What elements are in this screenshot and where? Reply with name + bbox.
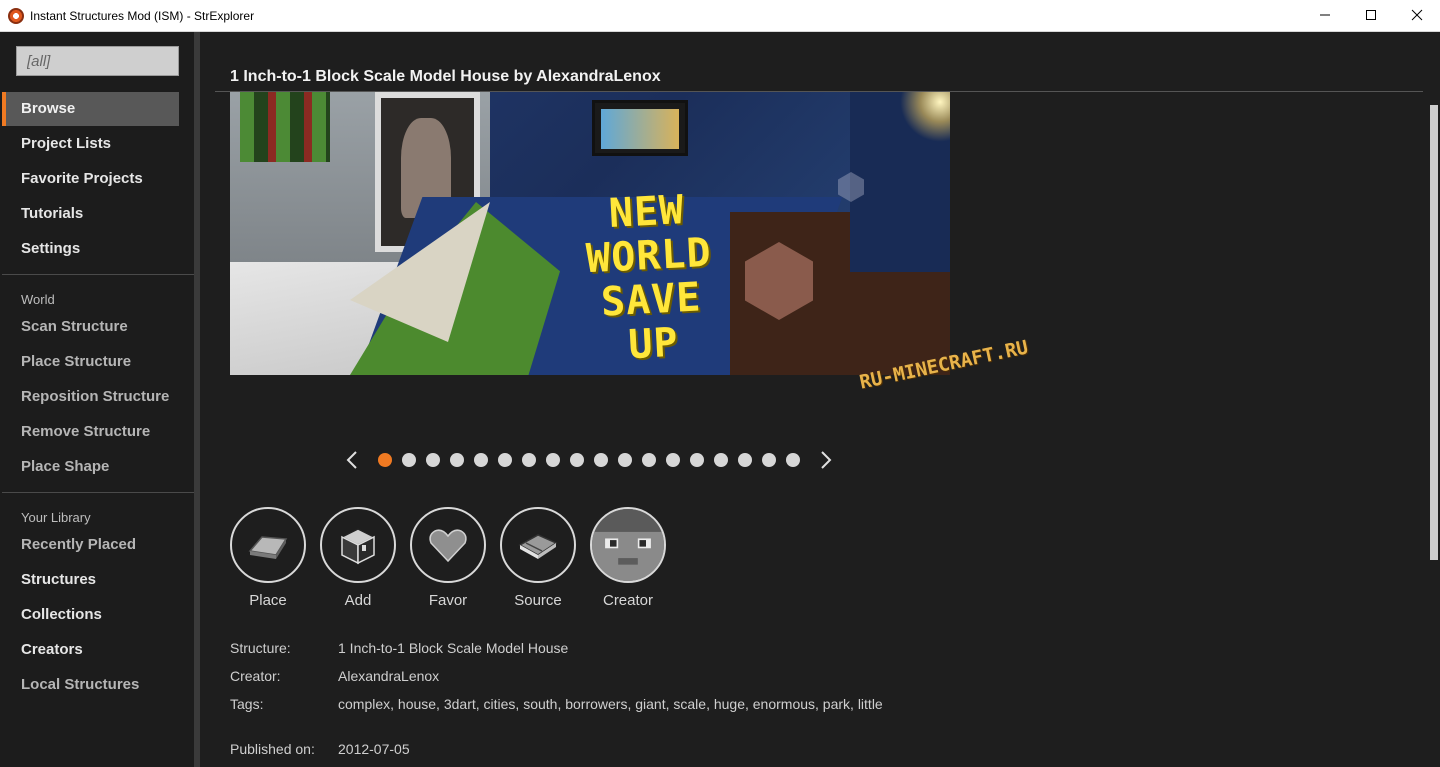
book-icon [518, 534, 558, 559]
carousel-dot[interactable] [762, 453, 776, 467]
nav-favorite-projects[interactable]: Favorite Projects [2, 162, 179, 196]
carousel-dot[interactable] [738, 453, 752, 467]
search-input[interactable] [16, 46, 179, 76]
creator-button[interactable]: Creator [590, 507, 680, 609]
detail-key: Published on: [230, 741, 315, 757]
image-carousel [340, 445, 838, 475]
nav-creators[interactable]: Creators [2, 633, 179, 667]
heart-icon [429, 529, 467, 563]
hero-image[interactable]: NEW WORLD SAVE UP [230, 92, 950, 375]
carousel-dot[interactable] [594, 453, 608, 467]
carousel-dot[interactable] [666, 453, 680, 467]
carousel-dot[interactable] [714, 453, 728, 467]
creator-avatar-icon [592, 509, 664, 581]
action-buttons: Place Add Favor Source Creator [230, 507, 680, 609]
source-label: Source [514, 592, 562, 609]
close-icon [1411, 9, 1423, 21]
nav-recently-placed[interactable]: Recently Placed [2, 528, 179, 562]
hero-tv [592, 100, 688, 156]
minimize-button[interactable] [1302, 0, 1348, 30]
nav-place-shape[interactable]: Place Shape [2, 450, 179, 484]
nav-reposition-structure[interactable]: Reposition Structure [2, 380, 179, 414]
carousel-dot[interactable] [546, 453, 560, 467]
source-button-circle[interactable] [500, 507, 576, 583]
maximize-button[interactable] [1348, 0, 1394, 30]
chevron-right-icon [821, 451, 832, 469]
carousel-dot[interactable] [378, 453, 392, 467]
ism-logo-icon [8, 7, 24, 24]
nav-collections[interactable]: Collections [2, 598, 179, 632]
carousel-dot[interactable] [642, 453, 656, 467]
add-label: Add [344, 592, 372, 609]
hero-light-glow [900, 92, 950, 142]
window-controls [1302, 0, 1440, 32]
place-label: Place [249, 592, 287, 609]
carousel-dot[interactable] [522, 453, 536, 467]
nav-local-structures[interactable]: Local Structures [2, 668, 179, 702]
sidebar-divider [2, 492, 194, 493]
favor-button[interactable]: Favor [410, 507, 500, 609]
hero-banner [240, 92, 330, 162]
iron-ingot-icon [248, 536, 288, 559]
place-button-circle[interactable] [230, 507, 306, 583]
close-button[interactable] [1394, 0, 1440, 30]
carousel-prev-button[interactable] [340, 445, 364, 475]
section-label-your-library: Your Library [21, 510, 91, 525]
window-title: Instant Structures Mod (ISM) - StrExplor… [30, 8, 255, 23]
creator-link[interactable]: AlexandraLenox [338, 668, 439, 684]
tags-list[interactable]: complex, house, 3dart, cities, south, bo… [338, 696, 883, 712]
creator-label: Creator [602, 592, 654, 609]
carousel-dot[interactable] [618, 453, 632, 467]
window-titlebar: Instant Structures Mod (ISM) - StrExplor… [0, 0, 1440, 32]
add-button-circle[interactable] [320, 507, 396, 583]
creator-button-circle[interactable] [590, 507, 666, 583]
detail-value: 1 Inch-to-1 Block Scale Model House [338, 640, 569, 656]
add-button[interactable]: Add [320, 507, 410, 609]
nav-tutorials[interactable]: Tutorials [2, 197, 179, 231]
carousel-dot[interactable] [498, 453, 512, 467]
detail-value: 2012-07-05 [338, 741, 410, 757]
hero-overlay-text: NEW WORLD SAVE UP [585, 187, 713, 369]
carousel-dot[interactable] [786, 453, 800, 467]
chevron-left-icon [346, 451, 357, 469]
carousel-dot[interactable] [474, 453, 488, 467]
sidebar: Browse Project Lists Favorite Projects T… [0, 32, 196, 767]
favor-button-circle[interactable] [410, 507, 486, 583]
hero-tv-screen [601, 109, 679, 149]
section-label-world: World [21, 292, 55, 307]
minimize-icon [1320, 14, 1330, 16]
maximize-icon [1366, 10, 1376, 20]
carousel-dot[interactable] [570, 453, 584, 467]
nav-project-lists[interactable]: Project Lists [2, 127, 179, 161]
carousel-next-button[interactable] [814, 445, 838, 475]
chest-icon [340, 528, 376, 565]
detail-key: Structure: [230, 640, 291, 656]
carousel-dot[interactable] [402, 453, 416, 467]
detail-key: Tags: [230, 696, 264, 712]
carousel-dot[interactable] [450, 453, 464, 467]
place-button[interactable]: Place [230, 507, 320, 609]
nav-structures[interactable]: Structures [2, 563, 179, 597]
nav-remove-structure[interactable]: Remove Structure [2, 415, 179, 449]
nav-place-structure[interactable]: Place Structure [2, 345, 179, 379]
detail-key: Creator: [230, 668, 281, 684]
scrollbar-thumb[interactable] [1430, 105, 1438, 560]
sidebar-divider [2, 274, 194, 275]
nav-settings[interactable]: Settings [2, 232, 179, 266]
source-button[interactable]: Source [500, 507, 590, 609]
page-title: 1 Inch-to-1 Block Scale Model House by A… [230, 68, 661, 85]
main-panel: 1 Inch-to-1 Block Scale Model House by A… [200, 32, 1440, 767]
nav-scan-structure[interactable]: Scan Structure [2, 310, 179, 344]
carousel-dots [378, 453, 800, 467]
carousel-dot[interactable] [690, 453, 704, 467]
favor-label: Favor [428, 592, 468, 609]
nav-browse[interactable]: Browse [2, 92, 179, 126]
carousel-dot[interactable] [426, 453, 440, 467]
